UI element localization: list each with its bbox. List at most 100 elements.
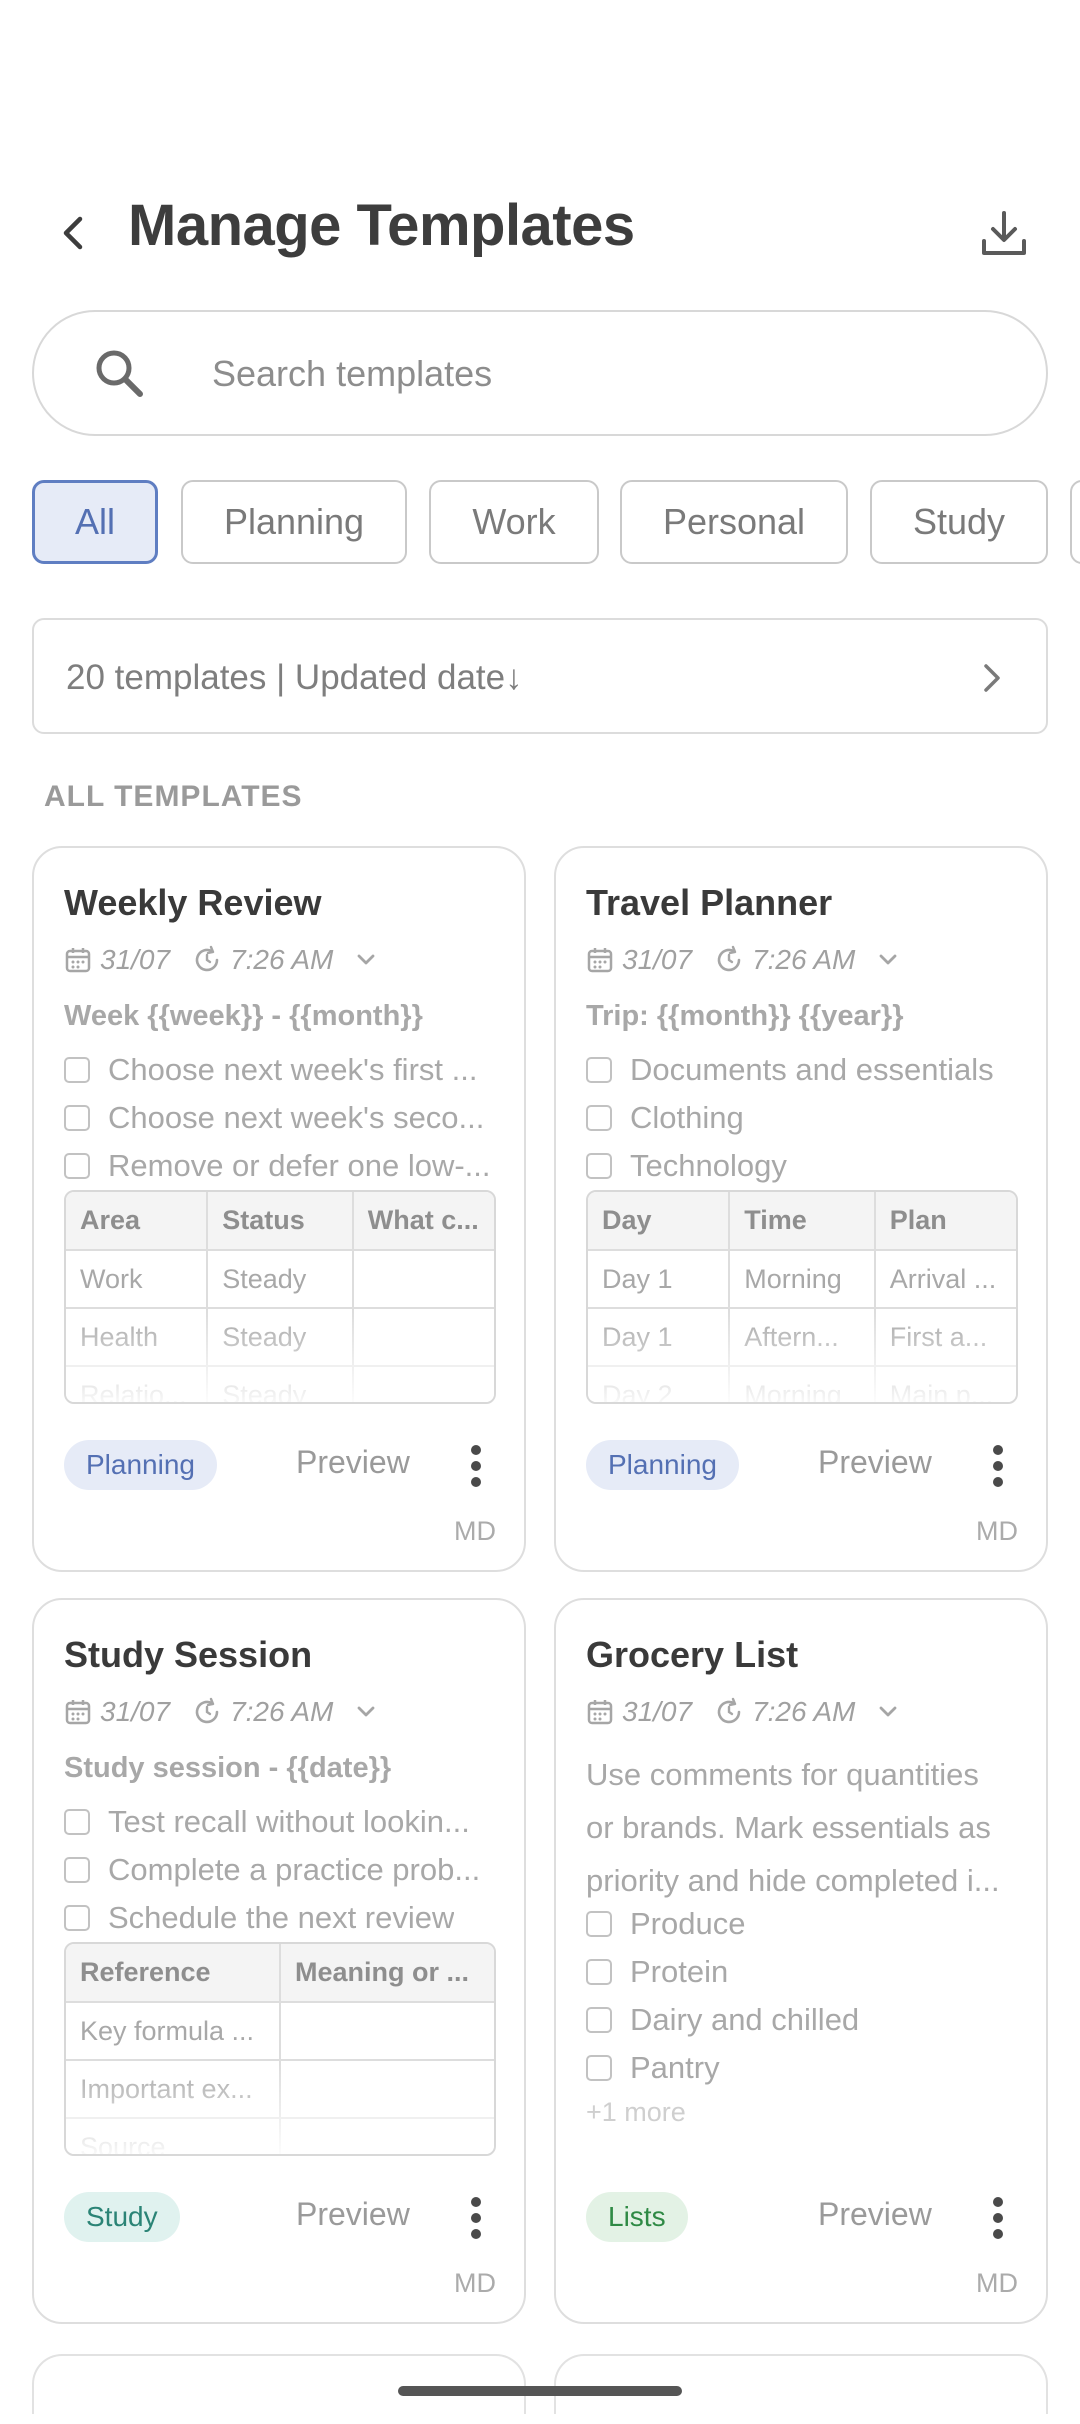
card-heading: Week {{week}} - {{month}} xyxy=(64,1000,423,1032)
checkbox[interactable] xyxy=(586,1105,612,1131)
format-badge: MD xyxy=(976,1516,1018,1546)
card-description: Use comments for quantities or brands. M… xyxy=(586,1757,1000,1898)
download-icon xyxy=(982,211,1026,255)
template-card-grocery-list[interactable]: Grocery List 31/07 7:26 AM Use comments … xyxy=(554,1598,1048,2324)
more-vert-icon xyxy=(993,1445,1003,1487)
checkbox[interactable] xyxy=(64,1809,90,1835)
card-title: Weekly Review xyxy=(64,882,322,923)
checklist: Documents and essentials Clothing Techno… xyxy=(586,1046,1030,1190)
checklist-item: Dairy and chilled xyxy=(586,1996,1030,2044)
filter-chips: All Planning Work Personal Study xyxy=(32,480,1080,566)
more-vert-icon xyxy=(993,2197,1003,2239)
category-tag: Lists xyxy=(586,2192,688,2242)
checkbox[interactable] xyxy=(586,1153,612,1179)
checklist: Test recall without lookin... Complete a… xyxy=(64,1798,508,1942)
checkbox[interactable] xyxy=(64,1857,90,1883)
calendar-icon xyxy=(586,946,614,974)
calendar-icon xyxy=(64,1698,92,1726)
filter-chip-more[interactable] xyxy=(1070,480,1080,564)
sort-summary: 20 templates | Updated date↓ xyxy=(66,658,523,697)
checkbox[interactable] xyxy=(64,1153,90,1179)
format-badge: MD xyxy=(454,2268,496,2298)
checklist-item: Test recall without lookin... xyxy=(64,1798,508,1846)
template-card-travel-planner[interactable]: Travel Planner 31/07 7:26 AM Trip: {{mon… xyxy=(554,846,1048,1572)
more-options-button[interactable] xyxy=(976,2190,1020,2246)
template-card-partial[interactable] xyxy=(32,2354,526,2414)
card-time: 7:26 AM xyxy=(230,944,334,975)
card-heading: Study session - {{date}} xyxy=(64,1752,392,1784)
checklist-item: Remove or defer one low-... xyxy=(64,1142,508,1190)
checklist: Produce Protein Dairy and chilled Pantry… xyxy=(586,1900,1030,2132)
filter-chip-planning[interactable]: Planning xyxy=(181,480,407,564)
preview-button[interactable]: Preview xyxy=(818,1444,932,1481)
card-date: 31/07 xyxy=(100,1696,171,1727)
updated-clock-icon xyxy=(192,945,222,975)
preview-button[interactable]: Preview xyxy=(818,2196,932,2233)
checkbox[interactable] xyxy=(586,2007,612,2033)
updated-clock-icon xyxy=(714,1697,744,1727)
card-title: Travel Planner xyxy=(586,882,833,923)
checklist-item: Technology xyxy=(586,1142,1030,1190)
checkbox[interactable] xyxy=(586,2055,612,2081)
checkbox[interactable] xyxy=(64,1057,90,1083)
search-icon xyxy=(96,350,143,397)
checklist-item: Produce xyxy=(586,1900,1030,1948)
section-label: ALL TEMPLATES xyxy=(44,780,303,813)
checklist-item: Documents and essentials xyxy=(586,1046,1030,1094)
more-options-button[interactable] xyxy=(976,1438,1020,1494)
template-card-partial[interactable] xyxy=(554,2354,1048,2414)
search-bar[interactable] xyxy=(32,310,1048,436)
card-time: 7:26 AM xyxy=(230,1696,334,1727)
filter-chip-all[interactable]: All xyxy=(32,480,158,564)
chevron-down-icon[interactable] xyxy=(877,1704,899,1720)
card-table: Area Status What c... Work Steady Health Ste… xyxy=(64,1190,496,1404)
checkbox[interactable] xyxy=(586,1057,612,1083)
calendar-icon xyxy=(64,946,92,974)
calendar-icon xyxy=(586,1698,614,1726)
more-options-button[interactable] xyxy=(454,2190,498,2246)
filter-chip-personal[interactable]: Personal xyxy=(620,480,848,564)
filter-chip-work[interactable]: Work xyxy=(429,480,599,564)
category-tag: Planning xyxy=(64,1440,217,1490)
template-card-weekly-review[interactable]: Weekly Review 31/07 7:26 AM Week {{week}… xyxy=(32,846,526,1572)
download-button[interactable] xyxy=(968,198,1040,270)
card-table: Reference Meaning or ... Key formula ... … xyxy=(64,1942,496,2156)
card-meta: 31/07 7:26 AM xyxy=(64,940,385,980)
preview-button[interactable]: Preview xyxy=(296,1444,410,1481)
card-date: 31/07 xyxy=(100,944,171,975)
home-indicator[interactable] xyxy=(398,2386,682,2396)
checklist-item: Complete a practice prob... xyxy=(64,1846,508,1894)
sort-bar[interactable]: 20 templates | Updated date↓ xyxy=(32,618,1048,734)
template-card-study-session[interactable]: Study Session 31/07 7:26 AM Study sessio… xyxy=(32,1598,526,2324)
card-title: Study Session xyxy=(64,1634,313,1675)
checklist: Choose next week's first ... Choose next… xyxy=(64,1046,508,1190)
back-button[interactable] xyxy=(40,200,106,266)
chevron-down-icon[interactable] xyxy=(355,952,377,968)
updated-clock-icon xyxy=(192,1697,222,1727)
card-time: 7:26 AM xyxy=(752,944,856,975)
card-heading: Trip: {{month}} {{year}} xyxy=(586,1000,904,1032)
checkbox[interactable] xyxy=(64,1105,90,1131)
chevron-down-icon[interactable] xyxy=(355,1704,377,1720)
search-input[interactable] xyxy=(212,342,992,406)
checklist-item: Choose next week's seco... xyxy=(64,1094,508,1142)
page-title: Manage Templates xyxy=(128,193,635,258)
more-vert-icon xyxy=(471,1445,481,1487)
more-vert-icon xyxy=(471,2197,481,2239)
checkbox[interactable] xyxy=(64,1905,90,1931)
card-title: Grocery List xyxy=(586,1634,799,1675)
checkbox[interactable] xyxy=(586,1959,612,1985)
preview-button[interactable]: Preview xyxy=(296,2196,410,2233)
checklist-item: Pantry xyxy=(586,2044,1030,2092)
card-table: Day Time Plan Day 1 Morning Arrival ... Day … xyxy=(586,1190,1018,1404)
top-app-bar: Manage Templates xyxy=(0,180,1080,270)
more-items-label: +1 more xyxy=(586,2097,686,2127)
checkbox[interactable] xyxy=(586,1911,612,1937)
updated-clock-icon xyxy=(714,945,744,975)
chevron-right-icon xyxy=(984,664,1000,692)
chevron-down-icon[interactable] xyxy=(877,952,899,968)
category-tag: Planning xyxy=(586,1440,739,1490)
format-badge: MD xyxy=(454,1516,496,1546)
filter-chip-study[interactable]: Study xyxy=(870,480,1048,564)
more-options-button[interactable] xyxy=(454,1438,498,1494)
